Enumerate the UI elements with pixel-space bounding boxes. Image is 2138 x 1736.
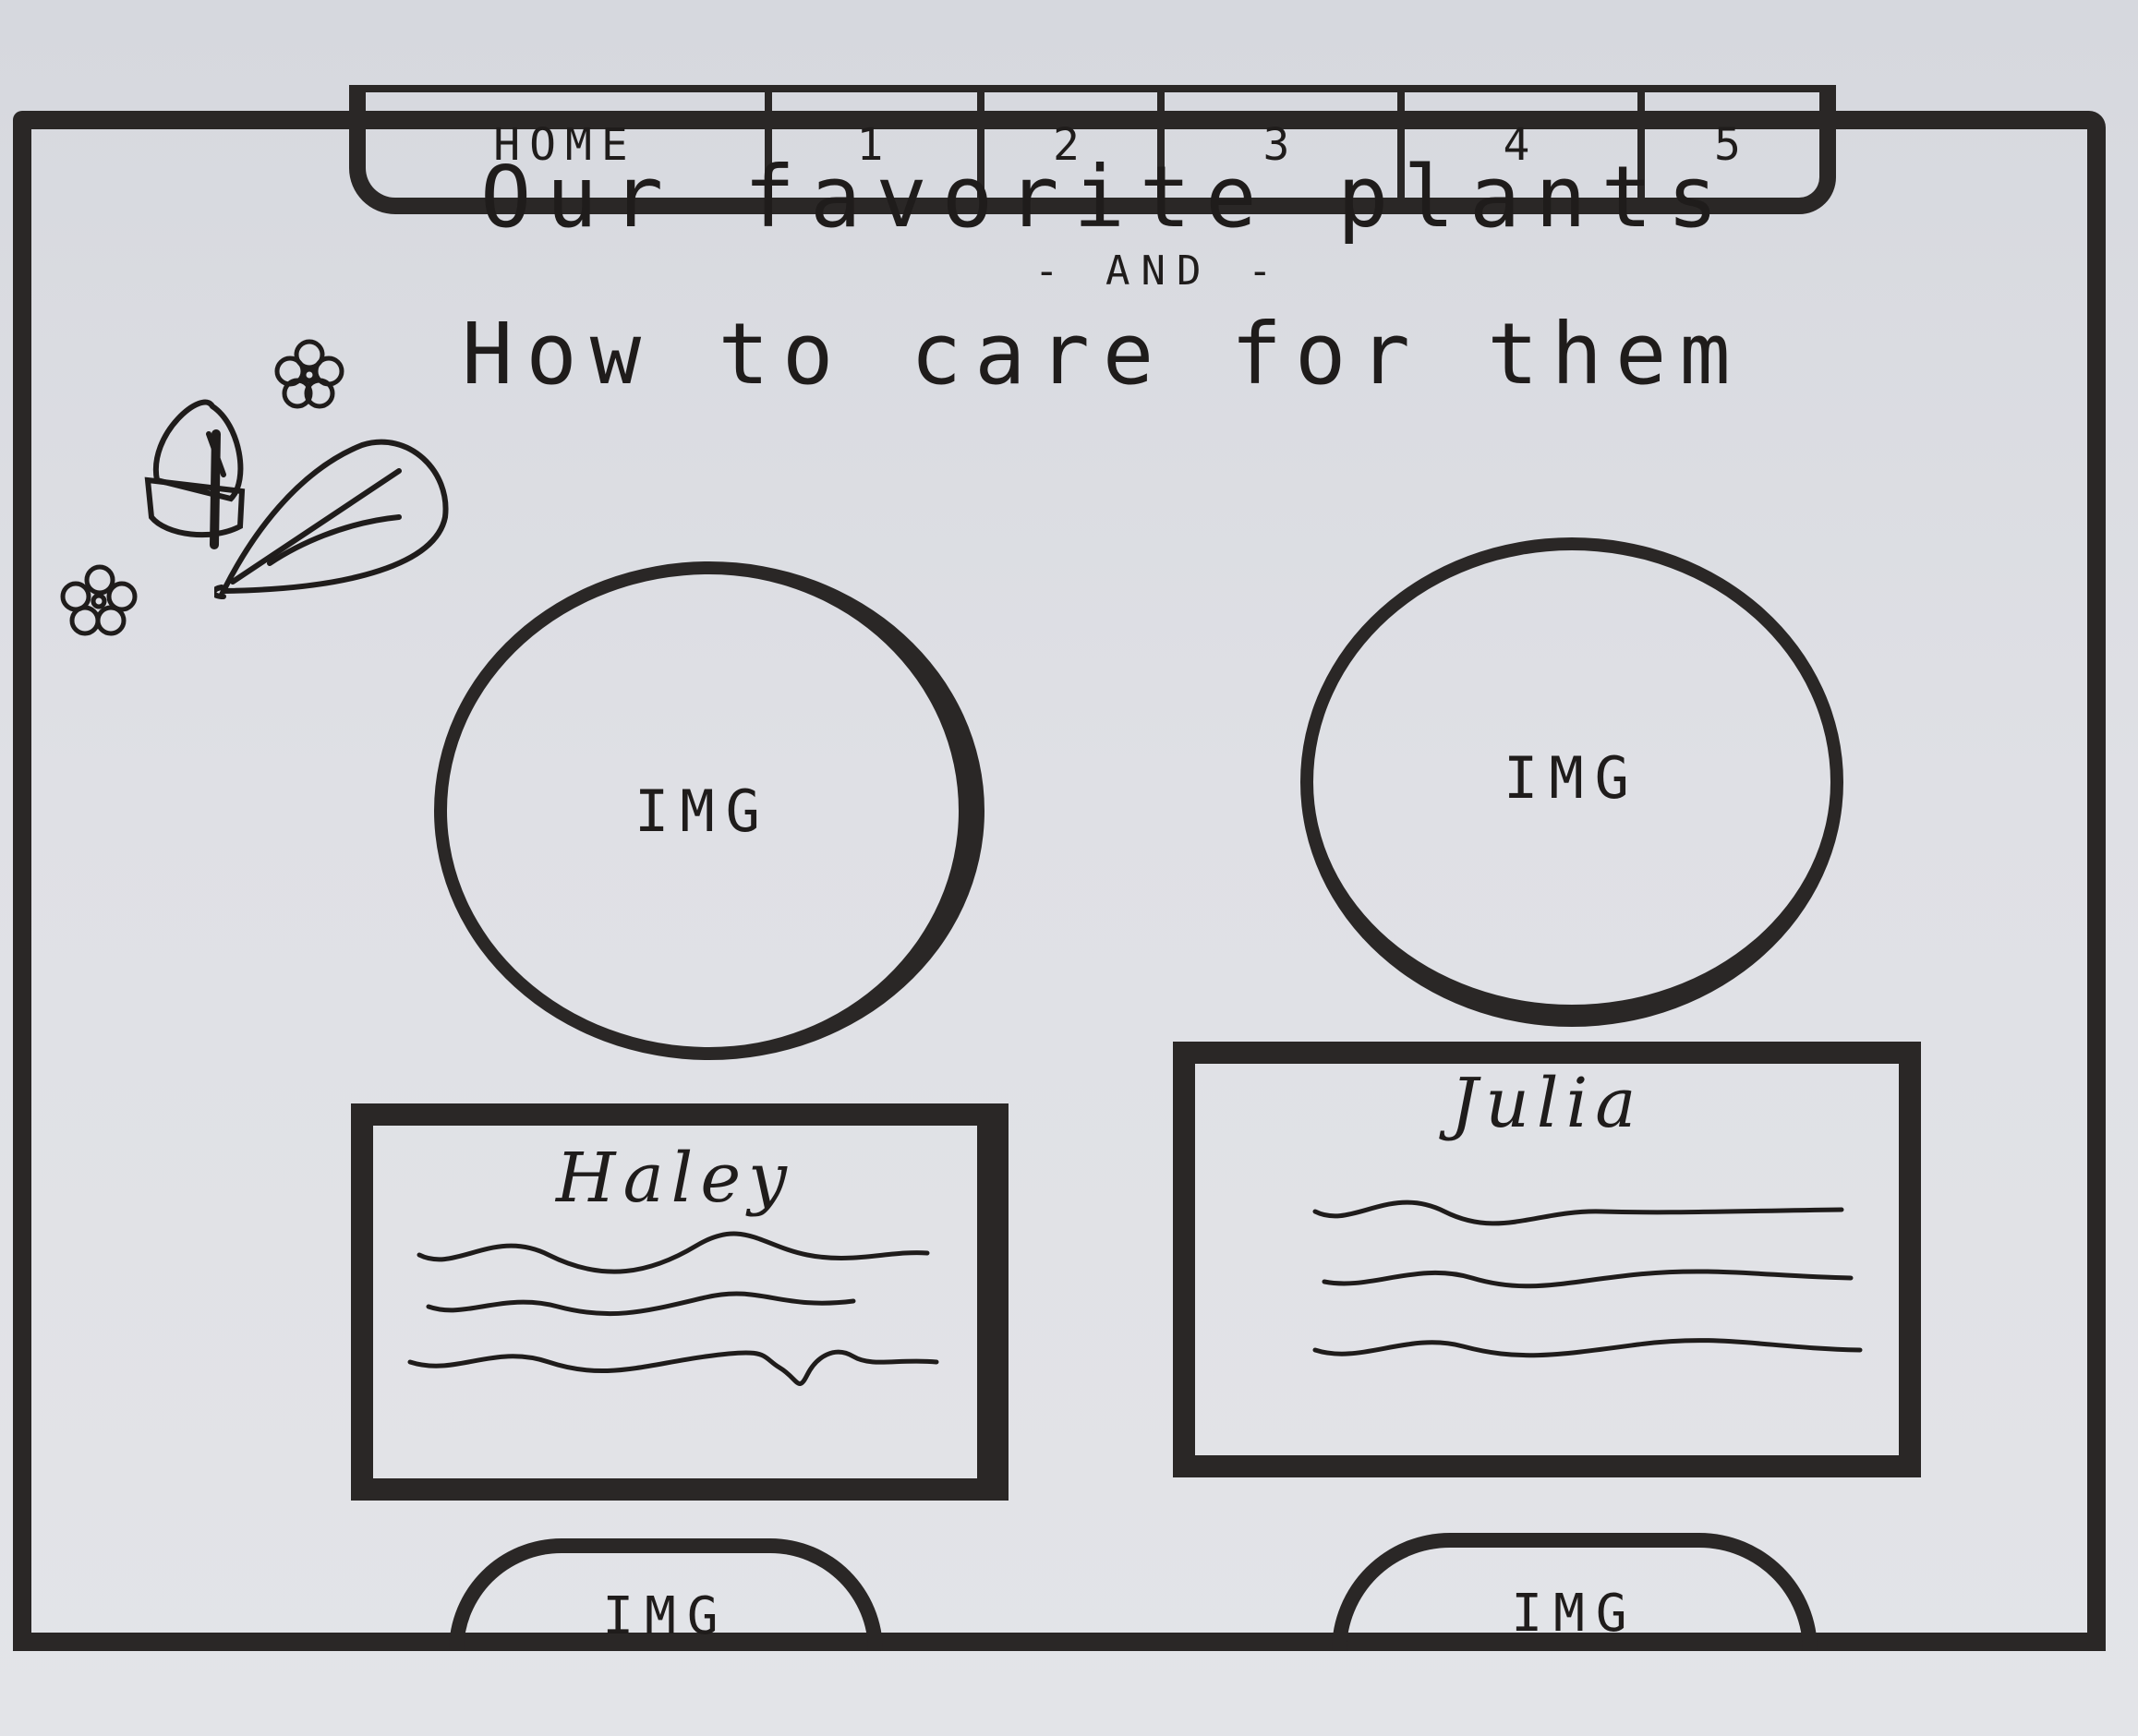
profile-image-placeholder: IMG — [1300, 537, 1843, 1027]
image-placeholder: IMG — [449, 1538, 883, 1651]
text-placeholder-lines — [1312, 1200, 1863, 1358]
leaf-icon — [214, 439, 449, 599]
profile-card: Julia — [1173, 1042, 1921, 1477]
page-title: Our favorite plants — [480, 148, 1733, 247]
image-placeholder: IMG — [1332, 1533, 1818, 1651]
page-subtitle: How to care for them — [462, 305, 1744, 404]
title-connector: - AND - — [1034, 247, 1284, 295]
text-placeholder-lines — [407, 1231, 939, 1386]
profile-card: Haley — [351, 1103, 1009, 1501]
profile-image-placeholder: IMG — [434, 561, 984, 1060]
flower-icon — [60, 564, 138, 636]
